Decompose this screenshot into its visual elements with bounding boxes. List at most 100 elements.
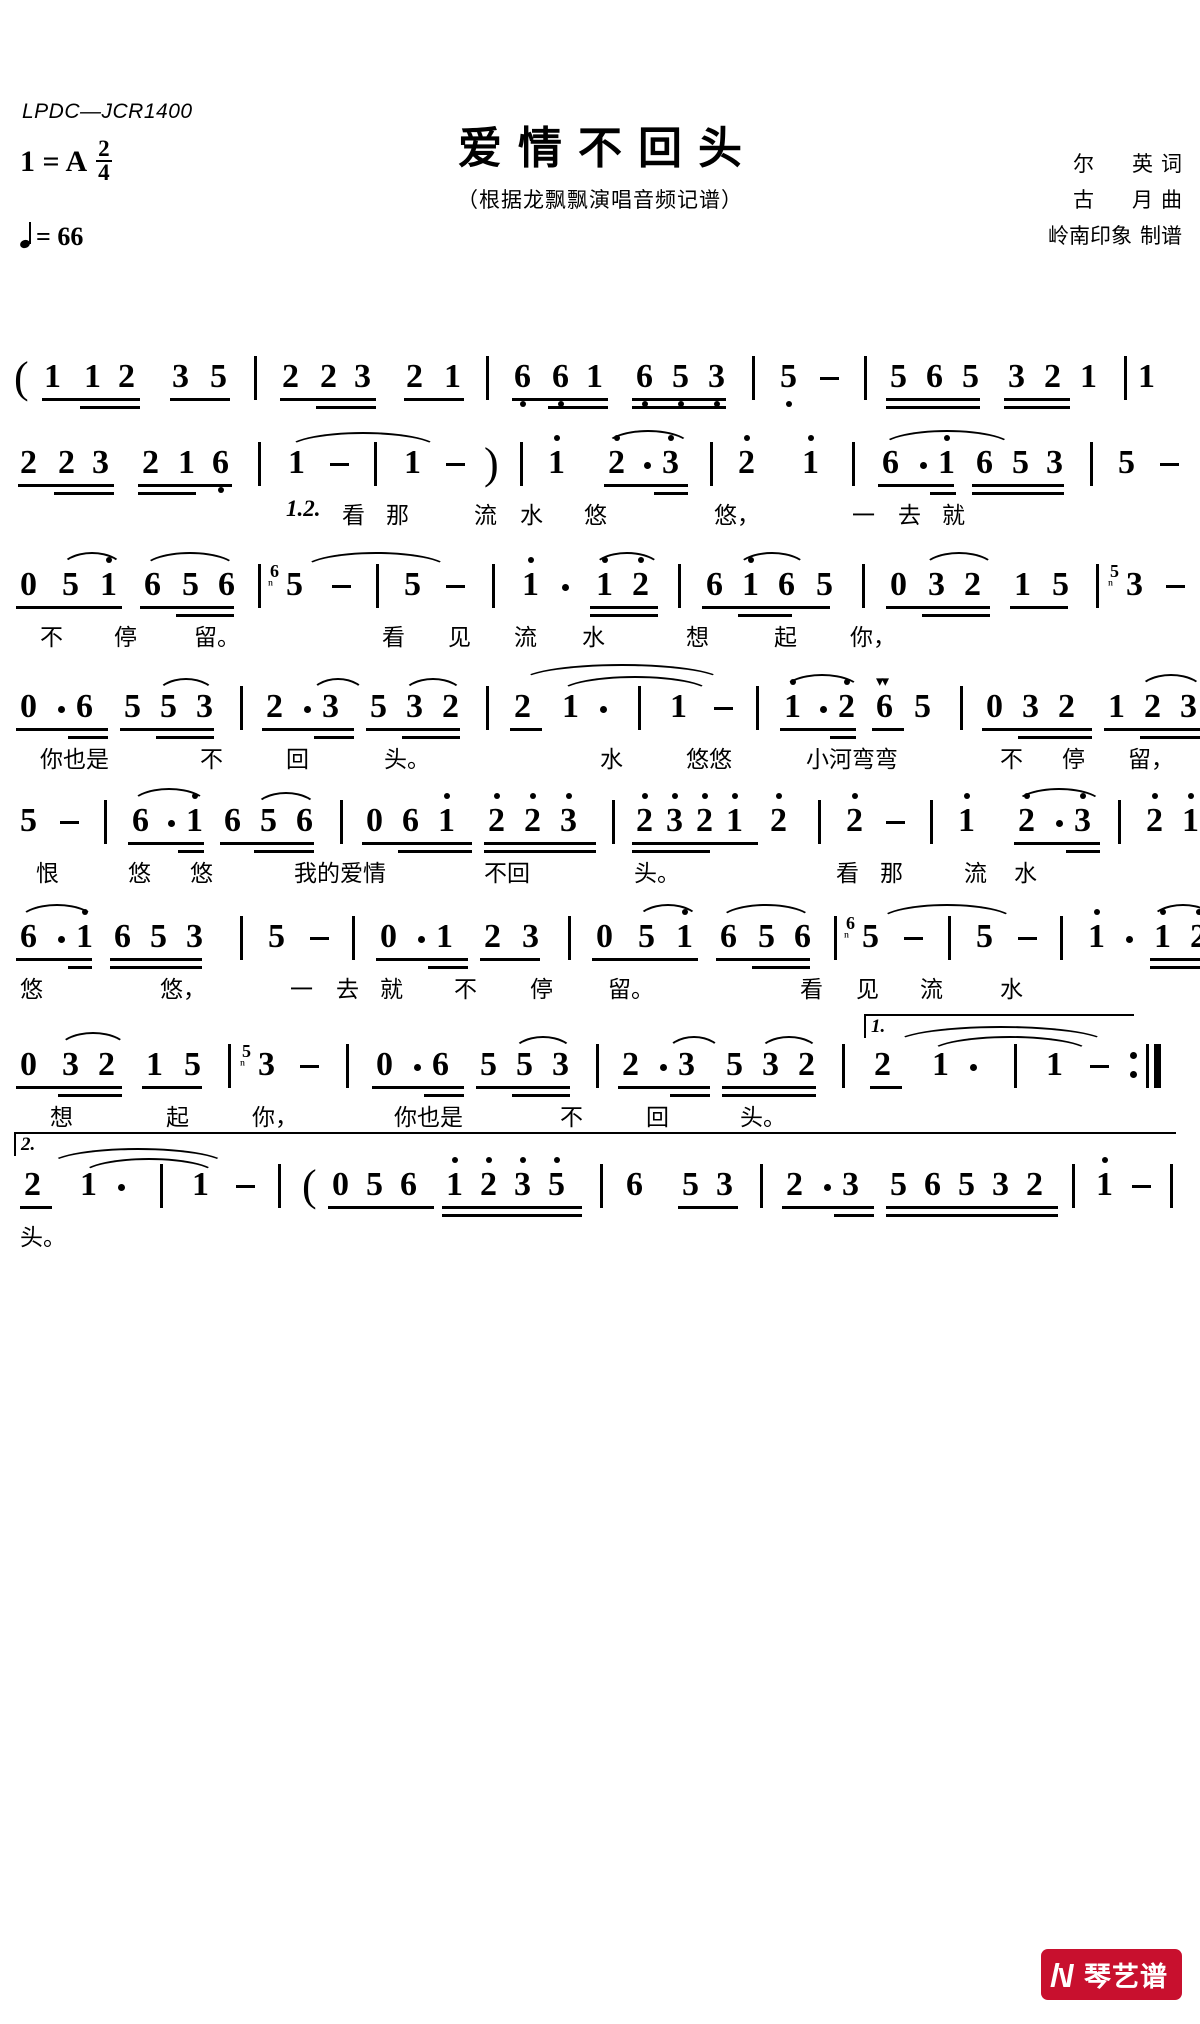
lyric-syllable: 头。	[634, 861, 680, 887]
lyric-line-5: 恨 悠 悠 我的爱情 不回 头。 看 那 流 水	[14, 850, 1186, 890]
note: 1	[288, 444, 305, 481]
note: 3	[1046, 444, 1063, 481]
note: 2	[142, 444, 159, 481]
lyric-syllable: 不	[454, 977, 477, 1003]
note: 3	[928, 566, 945, 603]
note: 3	[322, 688, 339, 725]
lyric-syllable: 头。	[740, 1105, 786, 1131]
note: 3	[992, 1166, 1009, 1203]
note: 3	[666, 793, 683, 838]
music-system-3: 0 5 1 6 5 6 6 ⁿ 5 5 1 1 2 6 1 6 5 0 3 2 …	[14, 550, 1186, 654]
lyric-syllable: 回	[286, 747, 309, 773]
note: 2	[480, 1157, 497, 1202]
note: 2	[514, 688, 531, 725]
note: 5	[160, 688, 177, 725]
note: 5	[516, 1046, 533, 1083]
lyric-syllable: 想	[686, 625, 709, 651]
note: 2	[442, 688, 459, 725]
lyric-syllable: 悠	[20, 977, 43, 1003]
note: 6	[552, 360, 569, 407]
note: 5	[780, 360, 797, 407]
credit-arranger-name: 岭南印象	[1048, 224, 1132, 249]
note: 3	[552, 1046, 569, 1083]
note: 5	[638, 918, 655, 955]
note: 6	[924, 1166, 941, 1203]
note: 2	[636, 793, 653, 838]
note: 1	[596, 557, 613, 602]
note: 3	[196, 688, 213, 725]
note: 5	[890, 358, 907, 395]
note: 1	[1046, 1046, 1063, 1083]
note: 2	[1190, 909, 1200, 954]
note: 6	[778, 566, 795, 603]
note: 1	[186, 793, 203, 838]
lyric-verse-marker: 1.2.	[286, 496, 321, 521]
note: 3	[354, 358, 371, 395]
note: 1	[1182, 793, 1199, 838]
credit-composer-surname: 古	[1073, 188, 1094, 213]
note: 3	[662, 435, 679, 480]
lyric-syllable: 你也是	[394, 1105, 463, 1131]
note: 2	[282, 358, 299, 395]
lyric-syllable: 就	[942, 503, 965, 529]
note: 5	[726, 1046, 743, 1083]
lyric-line-2: 1.2. 看 那 流 水 悠 悠， 一 去 就	[14, 492, 1186, 532]
note: 2	[846, 793, 863, 838]
note: 5	[184, 1046, 201, 1083]
note: 1	[1138, 358, 1155, 395]
note: 6	[926, 358, 943, 395]
music-system-2: 2 2 3 2 1 6 1 1 ) 1 2 3 2 1 6 1 6 5 3 5 …	[14, 428, 1186, 532]
note: 0	[986, 688, 1003, 725]
lyric-syllable: 看	[836, 861, 859, 887]
note: 6	[114, 918, 131, 955]
note: 5	[62, 566, 79, 603]
note: 5	[682, 1166, 699, 1203]
note: 5	[1012, 444, 1029, 481]
note: 1	[932, 1046, 949, 1083]
music-system-1: ( 1 1 2 3 5 2 2 3 2 1 6 6 1 6 5 3 5 5 6 …	[14, 342, 1186, 409]
note: 5	[890, 1166, 907, 1203]
note: 5	[976, 918, 993, 955]
staff-line-2: 2 2 3 2 1 6 1 1 ) 1 2 3 2 1 6 1 6 5 3 5	[14, 428, 1186, 495]
lyric-syllable: 水	[520, 503, 543, 529]
lyric-syllable: 那	[386, 503, 409, 529]
credit-composer-givenname: 月	[1132, 188, 1153, 213]
note: 0	[20, 566, 37, 603]
lyric-syllable: 水	[1014, 861, 1037, 887]
note: 6	[432, 1046, 449, 1083]
staff-line-3: 0 5 1 6 5 6 6 ⁿ 5 5 1 1 2 6 1 6 5 0 3 2 …	[14, 550, 1186, 617]
note: 0	[332, 1166, 349, 1203]
note: 0	[380, 918, 397, 955]
music-system-6: 6 1 6 5 3 5 0 1 2 3 0 5 1 6 5 6 6 ⁿ 5 5 …	[14, 902, 1200, 1006]
note: 2	[1144, 688, 1161, 725]
note: 3	[172, 358, 189, 395]
note: 0	[366, 802, 383, 839]
lyric-syllable: 悠	[584, 503, 607, 529]
lyric-line-6: 悠 悠， 一 去 就 不 停 留。 看 见 流 水	[14, 966, 1186, 1006]
lyric-syllable: 水	[582, 625, 605, 651]
note: 1	[522, 557, 539, 602]
lyric-syllable: 水	[600, 747, 623, 773]
lyric-syllable: 留。	[608, 977, 654, 1003]
lyric-line-7: 想 起 你， 你也是 不 回 头。	[14, 1094, 1186, 1134]
note: 1	[726, 793, 743, 838]
note: 3	[842, 1166, 859, 1203]
lyric-syllable: 悠	[128, 861, 151, 887]
note: 3	[1022, 688, 1039, 725]
lyric-syllable: 你，	[850, 625, 896, 651]
music-system-7: 0 3 2 1 5 5 ⁿ 3 0 6 5 5 3 2 3 5 3 2 1. 2…	[14, 1014, 1186, 1134]
note: 2	[874, 1046, 891, 1083]
note: 5	[182, 566, 199, 603]
note: 6	[224, 802, 241, 839]
note: 1	[438, 793, 455, 838]
credit-lyricist-givenname: 英	[1132, 152, 1153, 176]
site-logo[interactable]: 琴艺谱	[1041, 1949, 1182, 2000]
note: 5	[150, 918, 167, 955]
note: 6	[706, 566, 723, 603]
note: 1	[562, 688, 579, 725]
note: 0	[376, 1046, 393, 1083]
note: 2	[770, 793, 787, 838]
lyric-syllable: 不	[1000, 747, 1023, 773]
note: 1	[146, 1046, 163, 1083]
note: 1	[802, 435, 819, 480]
